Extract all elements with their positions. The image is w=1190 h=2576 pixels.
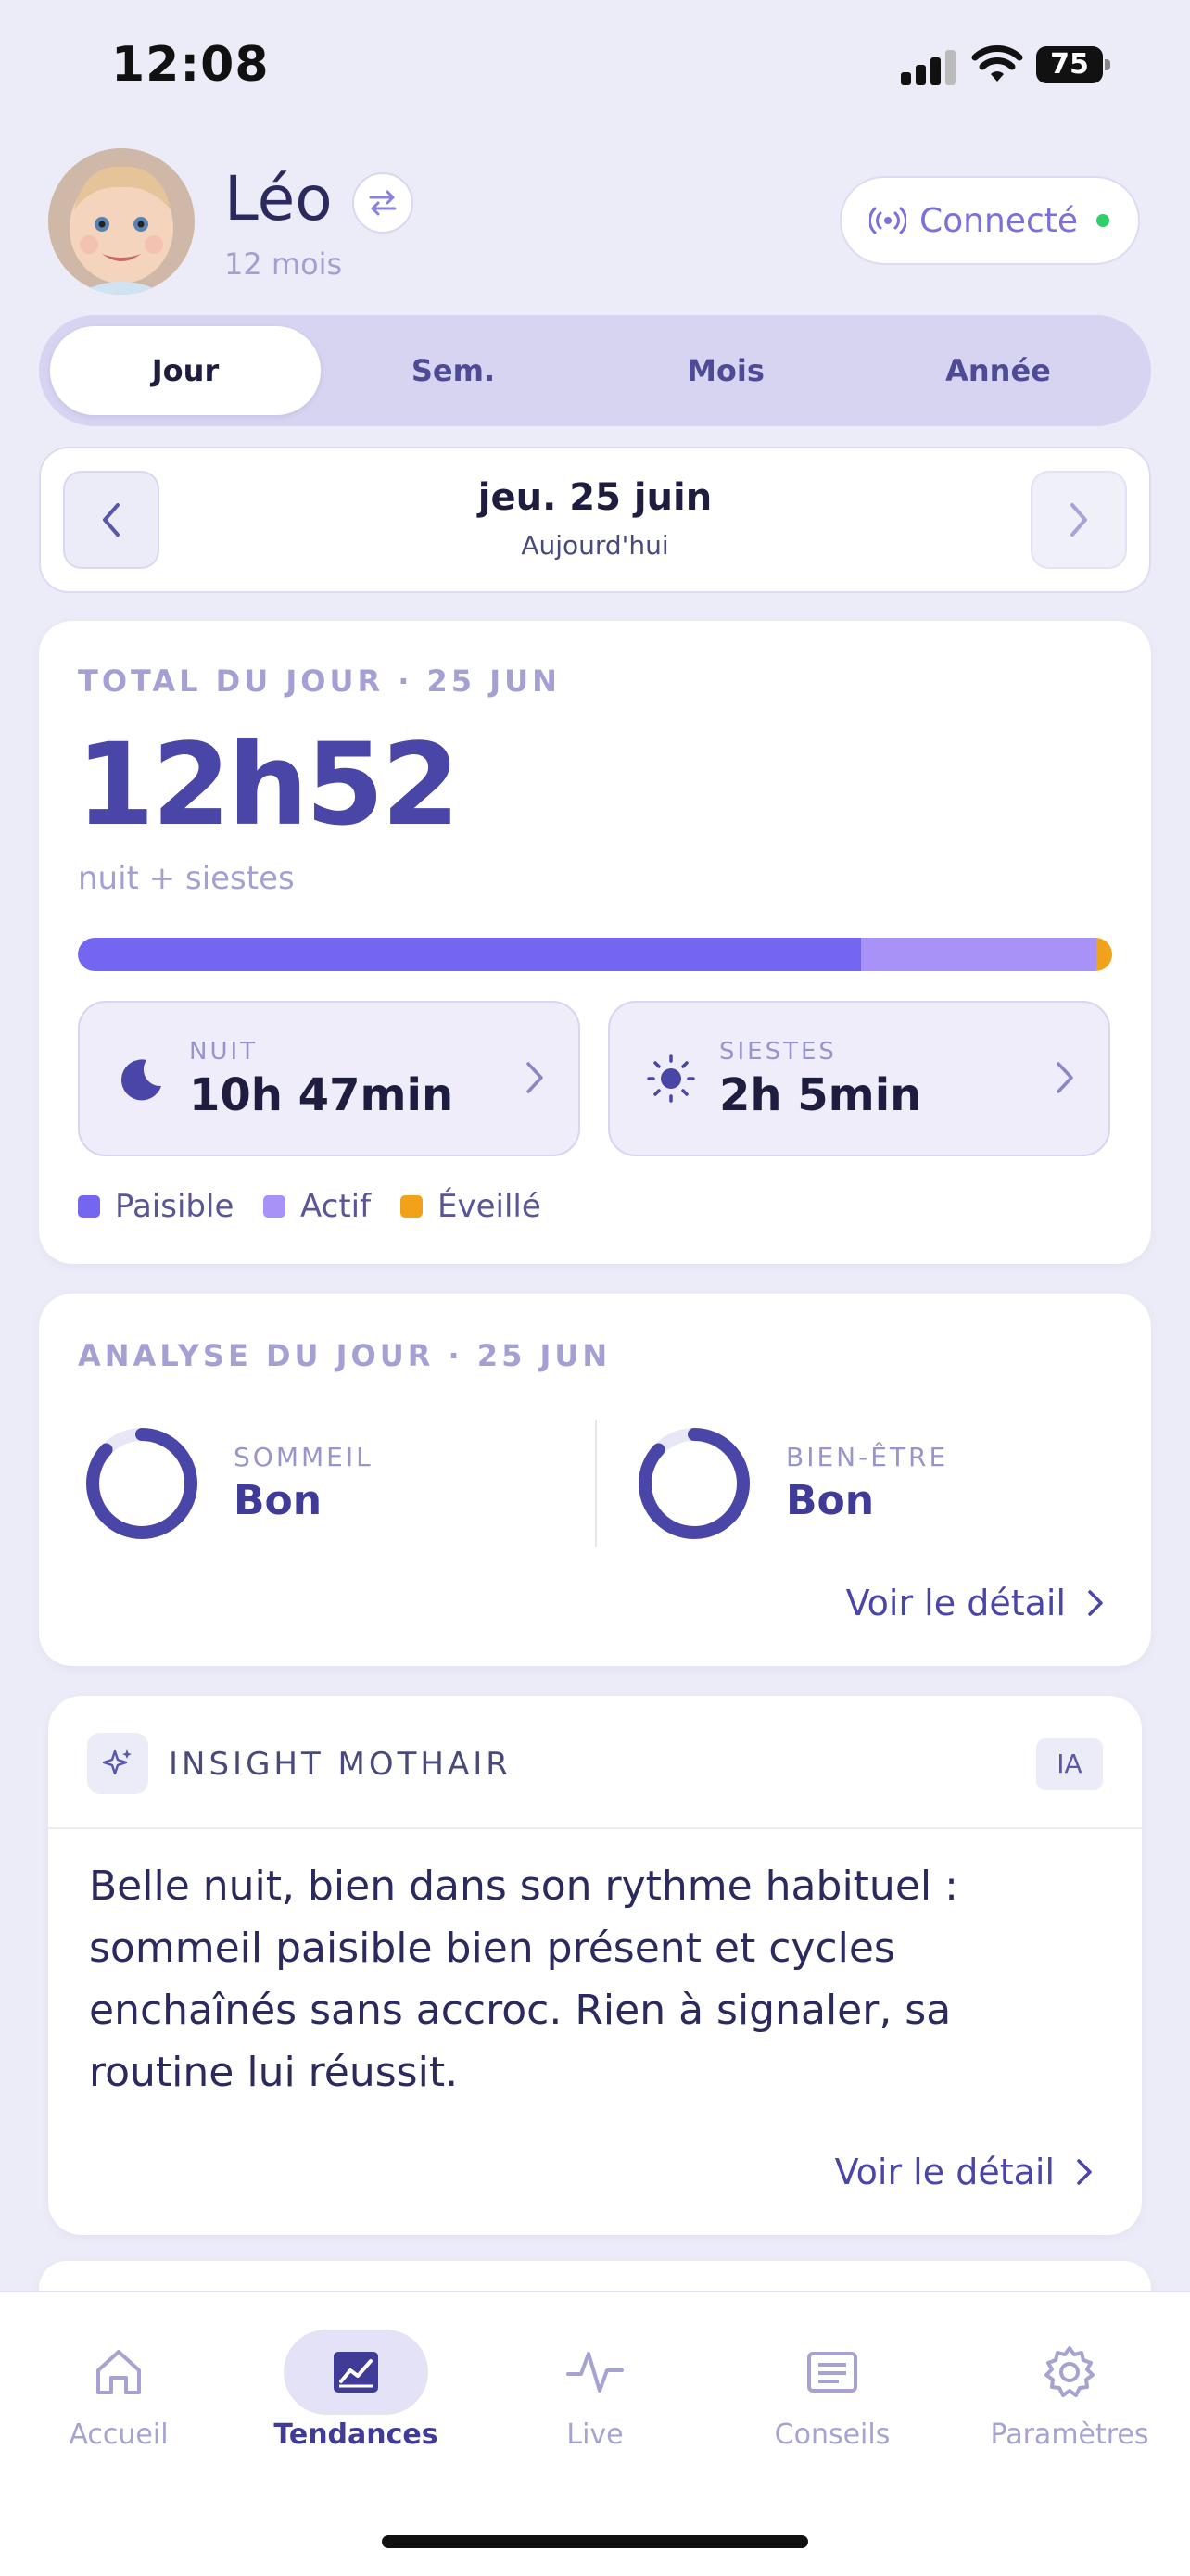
insight-detail-link[interactable]: Voir le détail	[835, 2152, 1094, 2192]
total-card-title: TOTAL DU JOUR · 25 JUN	[78, 663, 561, 699]
news-icon	[807, 2352, 857, 2393]
avatar[interactable]	[48, 148, 195, 295]
sparkle-badge	[87, 1733, 148, 1794]
naps-label: SIESTES	[719, 1038, 837, 1066]
legend-swatch	[400, 1195, 423, 1218]
total-sleep-subtitle: nuit + siestes	[78, 860, 295, 897]
insight-divider	[48, 1827, 1142, 1829]
sleep-score-ring	[86, 1428, 197, 1539]
home-icon	[96, 2350, 141, 2394]
wellbeing-score-ring	[639, 1428, 750, 1539]
chevron-right-icon	[1070, 503, 1087, 537]
connection-label: Connecté	[919, 201, 1078, 240]
legend-swatch	[263, 1195, 285, 1218]
sleep-label: SOMMEIL	[234, 1442, 373, 1472]
night-label: NUIT	[189, 1038, 259, 1066]
legend-item-paisible: Paisible	[78, 1188, 234, 1225]
tab-label: Live	[566, 2418, 624, 2451]
moon-icon	[121, 1059, 161, 1101]
detail-link-label: Voir le détail	[845, 1583, 1066, 1623]
analysis-card-title: ANALYSE DU JOUR · 25 JUN	[78, 1338, 612, 1373]
sparkle-icon	[102, 1749, 132, 1775]
insight-text: Belle nuit, bien dans son rythme habitue…	[89, 1863, 958, 2096]
detail-link-label: Voir le détail	[834, 2152, 1055, 2192]
bar-segment-paisible	[78, 938, 861, 971]
swap-icon	[369, 190, 397, 216]
analysis-detail-link[interactable]: Voir le détail	[846, 1583, 1105, 1623]
tab-live[interactable]: Live	[502, 2330, 688, 2451]
tab-conseils[interactable]: Conseils	[740, 2330, 925, 2451]
legend-swatch	[78, 1195, 100, 1218]
wifi-icon	[971, 45, 1023, 82]
sleep-value: Bon	[234, 1477, 323, 1524]
legend-label: Actif	[300, 1188, 372, 1225]
period-selector: Jour Sem. Mois Année	[39, 315, 1151, 426]
chevron-right-icon	[1077, 2159, 1092, 2185]
analysis-divider	[595, 1420, 597, 1547]
legend-item-actif: Actif	[263, 1188, 371, 1225]
tab-week[interactable]: Sem.	[365, 326, 541, 415]
tab-month[interactable]: Mois	[638, 326, 814, 415]
bottom-tab-bar: Accueil Tendances Live Conseils Paramètr…	[0, 2291, 1190, 2576]
next-day-button[interactable]	[1031, 471, 1127, 569]
naps-tile[interactable]: SIESTES 2h 5min	[608, 1001, 1110, 1156]
wellbeing-value: Bon	[786, 1477, 875, 1524]
naps-value: 2h 5min	[719, 1069, 922, 1121]
switch-child-button[interactable]	[352, 172, 413, 234]
wellbeing-label: BIEN-ÊTRE	[786, 1442, 949, 1472]
connection-status-button[interactable]: Connecté	[840, 176, 1140, 265]
chart-icon	[334, 2352, 378, 2393]
cellular-signal-icon	[901, 48, 956, 85]
chevron-right-icon	[1088, 1590, 1103, 1616]
tab-label: Tendances	[273, 2418, 438, 2451]
chevron-right-icon	[1057, 1062, 1073, 1093]
legend-label: Paisible	[115, 1188, 234, 1225]
chevron-right-icon	[526, 1062, 543, 1093]
home-indicator	[382, 2535, 808, 2548]
tab-label: Conseils	[774, 2418, 891, 2451]
date-navigator: jeu. 25 juin Aujourd'hui	[39, 447, 1151, 593]
tab-parametres[interactable]: Paramètres	[977, 2330, 1162, 2451]
child-name: Léo	[224, 163, 333, 234]
current-date: jeu. 25 juin	[477, 476, 713, 519]
legend-label: Éveillé	[437, 1188, 541, 1225]
tab-label: Paramètres	[990, 2418, 1149, 2451]
status-time: 12:08	[111, 37, 270, 93]
tab-label: Accueil	[69, 2418, 169, 2451]
relative-date: Aujourd'hui	[521, 530, 669, 561]
insight-title: INSIGHT MOTHAIR	[169, 1746, 512, 1783]
connected-dot	[1096, 214, 1109, 227]
tab-year[interactable]: Année	[910, 326, 1086, 415]
tab-day[interactable]: Jour	[50, 326, 321, 415]
gear-icon	[1044, 2346, 1095, 2397]
night-value: 10h 47min	[189, 1069, 454, 1121]
ai-badge: IA	[1036, 1738, 1103, 1790]
legend-item-eveille: Éveillé	[400, 1188, 541, 1225]
night-tile[interactable]: NUIT 10h 47min	[78, 1001, 580, 1156]
pulse-icon	[566, 2352, 624, 2393]
broadcast-icon	[869, 207, 906, 234]
battery-icon: 75	[1036, 46, 1110, 83]
child-age: 12 mois	[224, 246, 343, 282]
total-sleep-value: 12h52	[76, 719, 460, 851]
tab-tendances[interactable]: Tendances	[263, 2330, 449, 2451]
bar-segment-actif	[860, 938, 1097, 971]
tab-accueil[interactable]: Accueil	[26, 2330, 211, 2451]
sleep-composition-bar	[78, 938, 1112, 971]
sun-icon	[647, 1054, 695, 1103]
battery-level: 75	[1036, 46, 1103, 83]
